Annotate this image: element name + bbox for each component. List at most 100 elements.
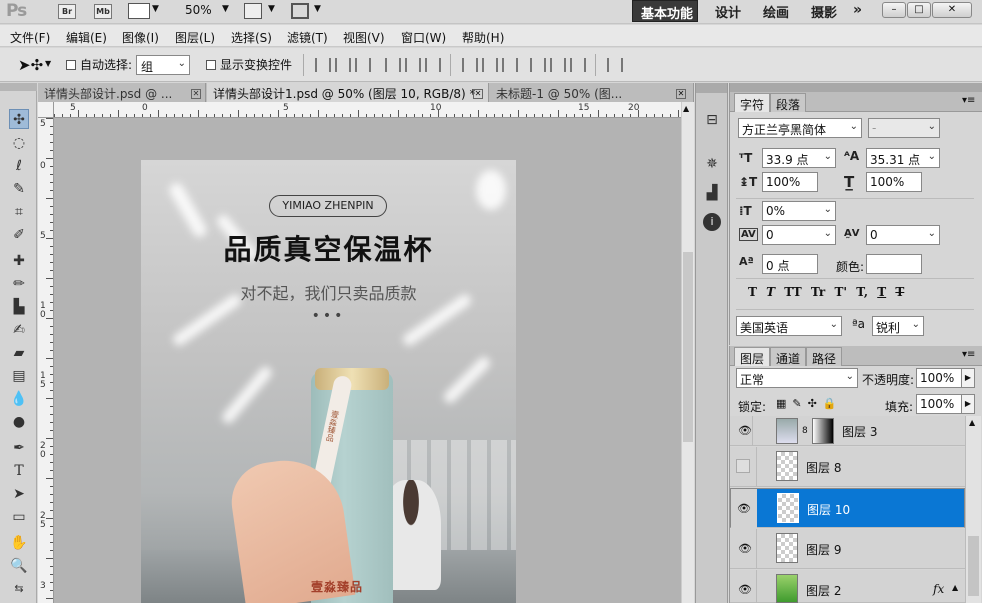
font-style-select[interactable]: - ⌄	[868, 118, 940, 138]
scrollbar-thumb[interactable]	[683, 252, 693, 442]
tab-document-1[interactable]: 详情头部设计.psd @ ...	[38, 83, 206, 102]
screen-mode-icon[interactable]	[291, 3, 309, 19]
histogram-panel-icon[interactable]: ▟	[703, 184, 721, 202]
swap-colors-icon[interactable]: ⇆	[9, 579, 29, 599]
eraser-tool-icon[interactable]: ▰	[9, 343, 29, 363]
distribute-top-icon[interactable]	[462, 58, 478, 72]
antialias-select[interactable]: 锐利 ⌄	[872, 316, 924, 336]
kerning-input[interactable]: 0 ⌄	[762, 225, 836, 245]
more-workspaces-icon[interactable]: »	[853, 2, 862, 18]
font-size-input[interactable]: 33.9 点 ⌄	[762, 148, 836, 168]
chevron-down-icon[interactable]: ▼	[314, 4, 321, 14]
distribute-hcenter-icon[interactable]	[550, 58, 566, 72]
opacity-input[interactable]: 100%	[916, 368, 962, 388]
menu-view[interactable]: 视图(V)	[343, 29, 385, 46]
tab-paragraph[interactable]: 段落	[770, 93, 807, 112]
tab-character[interactable]: 字符	[734, 93, 771, 112]
layer-effects-icon[interactable]: fx	[933, 582, 944, 596]
path-selection-tool-icon[interactable]: ➤	[9, 484, 29, 504]
language-select[interactable]: 美国英语 ⌄	[736, 316, 842, 336]
history-brush-tool-icon[interactable]: ✍	[9, 320, 29, 340]
link-icon[interactable]: 8	[802, 426, 808, 436]
eye-icon[interactable]: 👁	[738, 424, 752, 438]
zoom-tool-icon[interactable]: 🔍	[9, 556, 29, 576]
workspace-painting[interactable]: 绘画	[763, 2, 789, 21]
menu-filter[interactable]: 滤镜(T)	[287, 29, 328, 46]
menu-image[interactable]: 图像(I)	[122, 29, 159, 46]
pen-tool-icon[interactable]: ✒	[9, 438, 29, 458]
align-vcenter-icon[interactable]	[335, 58, 351, 72]
dodge-tool-icon[interactable]: ●	[9, 412, 29, 432]
bridge-icon[interactable]: Br	[58, 4, 76, 19]
align-bottom-icon[interactable]	[355, 58, 371, 72]
canvas-scrollbar[interactable]: ▲	[681, 102, 694, 603]
close-icon[interactable]: ✕	[673, 85, 686, 99]
color-swatch[interactable]	[866, 254, 922, 274]
shape-tool-icon[interactable]: ▭	[9, 507, 29, 527]
move-tool-icon[interactable]: ✣	[9, 109, 29, 129]
zoom-level[interactable]: 50%	[185, 3, 212, 17]
lasso-tool-icon[interactable]: ℓ	[9, 156, 29, 176]
menu-edit[interactable]: 编辑(E)	[66, 29, 107, 46]
distribute-vcenter-icon[interactable]	[482, 58, 498, 72]
menu-layer[interactable]: 图层(L)	[175, 29, 215, 46]
arrange-documents-icon[interactable]	[244, 3, 262, 19]
mini-bridge-icon[interactable]: Mb	[94, 4, 112, 19]
tab-paths[interactable]: 路径	[806, 347, 843, 366]
menu-help[interactable]: 帮助(H)	[462, 29, 504, 46]
font-family-select[interactable]: 方正兰亭黑简体 ⌄	[738, 118, 862, 138]
close-icon[interactable]: ✕	[470, 85, 483, 99]
horizontal-scale-input[interactable]: 100%	[866, 172, 922, 192]
layer-row-2[interactable]: 👁 图层 2 fx ▲	[730, 570, 965, 603]
menu-select[interactable]: 选择(S)	[231, 29, 272, 46]
brush-tool-icon[interactable]: ✏	[9, 274, 29, 294]
crop-tool-icon[interactable]: ⌗	[9, 202, 29, 222]
distribute-left-icon[interactable]	[530, 58, 546, 72]
document-canvas[interactable]: 壹淼臻品 壹淼臻品 YIMIAO ZHENPIN 品质真空保温杯 对不起，我们只…	[141, 160, 516, 603]
tab-document-2[interactable]: 详情头部设计1.psd @ 50% (图层 10, RGB/8) *	[207, 83, 489, 102]
leading-input[interactable]: 35.31 点 ⌄	[866, 148, 940, 168]
tracking-input[interactable]: 0 ⌄	[866, 225, 940, 245]
healing-brush-tool-icon[interactable]: ✚	[9, 251, 29, 271]
auto-select-dropdown[interactable]: 组 ⌄	[136, 55, 190, 75]
lock-buttons[interactable]: ▦✎✣🔒	[776, 397, 843, 410]
eyedropper-tool-icon[interactable]: ✐	[9, 225, 29, 245]
workspace-photography[interactable]: 摄影	[811, 2, 837, 21]
panel-menu-icon[interactable]: ▾≡	[962, 95, 975, 106]
view-extras-icon[interactable]	[128, 3, 150, 19]
show-transform-checkbox[interactable]	[206, 57, 216, 71]
blur-tool-icon[interactable]: 💧	[9, 389, 29, 409]
menu-window[interactable]: 窗口(W)	[401, 29, 446, 46]
panel-grip[interactable]	[730, 83, 982, 92]
fill-input[interactable]: 100%	[916, 394, 962, 414]
canvas-area[interactable]: 壹淼臻品 壹淼臻品 YIMIAO ZHENPIN 品质真空保温杯 对不起，我们只…	[54, 118, 681, 603]
chevron-down-icon[interactable]: ▼	[45, 59, 51, 68]
chevron-down-icon[interactable]: ▼	[152, 4, 159, 14]
chevron-down-icon[interactable]: ▼	[268, 4, 275, 14]
chevron-down-icon[interactable]: ▼	[222, 4, 229, 14]
type-tool-icon[interactable]: T	[9, 461, 29, 481]
vertical-scale-input[interactable]: 100%	[762, 172, 818, 192]
hand-tool-icon[interactable]: ✋	[9, 533, 29, 553]
visibility-toggle[interactable]	[736, 459, 750, 473]
maximize-button[interactable]: □	[907, 2, 931, 18]
scroll-up-icon[interactable]: ▲	[683, 104, 689, 113]
distribute-bottom-icon[interactable]	[502, 58, 518, 72]
tab-document-3[interactable]: 未标题-1 @ 50% (图...	[490, 83, 694, 102]
ruler-origin[interactable]	[38, 102, 54, 118]
info-panel-icon[interactable]: i	[703, 213, 721, 231]
dock-header[interactable]	[696, 83, 727, 93]
eye-icon[interactable]: 👁	[731, 489, 757, 529]
auto-align-layers-icon[interactable]	[607, 58, 623, 72]
move-tool-preset-icon[interactable]: ➤✣	[18, 56, 43, 74]
auto-select-checkbox[interactable]	[66, 57, 76, 71]
clone-stamp-tool-icon[interactable]: ▙	[9, 297, 29, 317]
close-button[interactable]: ✕	[932, 2, 972, 18]
menu-file[interactable]: 文件(F)	[10, 29, 50, 46]
baseline-shift-input[interactable]: 0 点	[762, 254, 818, 274]
layer-row-10[interactable]: 👁 图层 10	[730, 488, 965, 529]
workspace-design[interactable]: 设计	[715, 2, 741, 21]
layer-row-3[interactable]: 👁 8 图层 3	[730, 416, 965, 446]
minimize-button[interactable]: –	[882, 2, 906, 18]
marquee-tool-icon[interactable]: ◌	[9, 133, 29, 153]
